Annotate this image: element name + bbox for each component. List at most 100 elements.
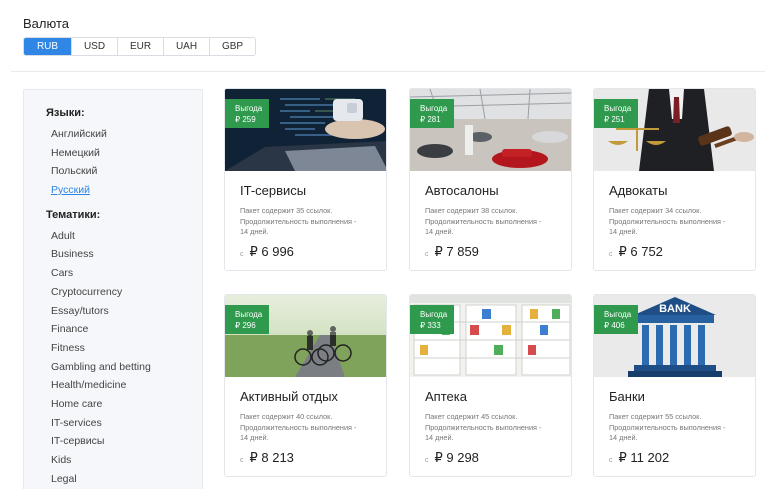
price-from: с [609,457,613,464]
badge-label: Выгода [235,104,263,113]
badge-value: ₽ 296 [235,321,256,330]
package-card-active-leisure[interactable]: Выгода ₽ 296 Активный отдых Пакет содерж… [224,294,387,477]
card-desc-line: 14 дней. [425,227,454,236]
card-desc-line: Пакет содержит 38 ссылок. [425,206,518,215]
price-from: с [425,457,429,464]
card-image-bank-building: BANK Выгода ₽ 406 [594,295,755,377]
card-desc-line: Пакет содержит 40 ссылок. [240,412,333,421]
card-price: с ₽ 8 213 [240,450,294,466]
topic-item[interactable]: Gambling and betting [51,358,202,377]
currency-selector: Валюта RUB USD EUR UAH GBP [23,16,256,56]
card-description: Пакет содержит 45 ссылок. Продолжительно… [425,412,559,444]
card-price: с ₽ 11 202 [609,450,669,466]
topics-heading: Тематики: [46,208,101,221]
badge-value: ₽ 281 [420,115,441,124]
package-card-lawyers[interactable]: Выгода ₽ 251 Адвокаты Пакет содержит 34 … [593,88,756,271]
topic-item[interactable]: IT-services [51,414,202,433]
languages-heading: Языки: [46,107,85,119]
price-value: ₽ 7 859 [434,244,479,259]
topic-item[interactable]: Essay/tutors [51,302,202,321]
card-desc-line: Пакет содержит 35 ссылок. [240,206,333,215]
card-image-car-showroom: Выгода ₽ 281 [410,89,571,171]
package-card-it-services[interactable]: Выгода ₽ 259 IT-сервисы Пакет содержит 3… [224,88,387,271]
currency-option-gbp[interactable]: GBP [210,38,255,55]
badge-label: Выгода [604,104,632,113]
bank-sign-text: BANK [659,303,691,315]
card-desc-line: Продолжительность выполнения - [425,216,542,226]
card-desc-line: Продолжительность выполнения - [609,216,726,226]
package-card-banks[interactable]: BANK Выгода ₽ 406 Банки Пакет содержит 5… [593,294,756,477]
language-item-polish[interactable]: Польский [51,162,202,181]
topic-item[interactable]: IT-сервисы [51,432,202,451]
language-item-russian[interactable]: Русский [51,181,202,200]
card-desc-line: 14 дней. [609,227,638,236]
card-title: Автосалоны [425,183,499,198]
topic-item[interactable]: Finance [51,320,202,339]
card-price: с ₽ 7 859 [425,244,479,260]
price-value: ₽ 9 298 [434,450,479,465]
divider [11,71,765,72]
card-desc-line: Продолжительность выполнения - [425,422,542,432]
card-price: с ₽ 9 298 [425,450,479,466]
currency-option-rub[interactable]: RUB [24,38,72,55]
discount-badge: Выгода ₽ 251 [594,99,638,128]
badge-value: ₽ 259 [235,115,256,124]
card-desc-line: Продолжительность выполнения - [609,422,726,432]
package-card-car-dealers[interactable]: Выгода ₽ 281 Автосалоны Пакет содержит 3… [409,88,572,271]
card-desc-line: 14 дней. [609,433,638,442]
card-title: Аптека [425,389,467,404]
card-image-cyclists: Выгода ₽ 296 [225,295,386,377]
package-card-pharmacy[interactable]: Выгода ₽ 333 Аптека Пакет содержит 45 сс… [409,294,572,477]
price-value: ₽ 8 213 [249,450,294,465]
badge-value: ₽ 333 [420,321,441,330]
card-desc-line: Пакет содержит 34 ссылок. [609,206,702,215]
card-image-pharmacy-shelves: Выгода ₽ 333 [410,295,571,377]
currency-title: Валюта [23,16,69,31]
currency-option-uah[interactable]: UAH [164,38,210,55]
badge-label: Выгода [420,310,448,319]
card-title: Банки [609,389,645,404]
card-description: Пакет содержит 38 ссылок. Продолжительно… [425,206,559,238]
topic-item[interactable]: Health/medicine [51,376,202,395]
price-value: ₽ 6 996 [249,244,294,259]
price-value: ₽ 6 752 [618,244,663,259]
language-item-german[interactable]: Немецкий [51,144,202,163]
currency-segmented-control: RUB USD EUR UAH GBP [23,37,256,56]
topic-item[interactable]: Kids [51,451,202,470]
language-item-english[interactable]: Английский [51,125,202,144]
currency-option-eur[interactable]: EUR [118,38,164,55]
topic-item[interactable]: Adult [51,227,202,246]
price-from: с [425,251,429,258]
price-from: с [240,457,244,464]
card-description: Пакет содержит 55 ссылок. Продолжительно… [609,412,743,444]
topic-item[interactable]: Legal [51,470,202,489]
topic-item[interactable]: Business [51,245,202,264]
card-title: Активный отдых [240,389,338,404]
card-description: Пакет содержит 34 ссылок. Продолжительно… [609,206,743,238]
filter-sidebar: Языки: Английский Немецкий Польский Русс… [23,89,203,489]
card-desc-line: 14 дней. [240,433,269,442]
discount-badge: Выгода ₽ 259 [225,99,269,128]
card-desc-line: Пакет содержит 55 ссылок. [609,412,702,421]
discount-badge: Выгода ₽ 333 [410,305,454,334]
badge-label: Выгода [604,310,632,319]
card-desc-line: Продолжительность выполнения - [240,422,357,432]
topic-item[interactable]: Cryptocurrency [51,283,202,302]
price-from: с [240,251,244,258]
card-desc-line: Пакет содержит 45 ссылок. [425,412,518,421]
topic-item[interactable]: Fitness [51,339,202,358]
card-price: с ₽ 6 996 [240,244,294,260]
currency-option-usd[interactable]: USD [72,38,118,55]
card-price: с ₽ 6 752 [609,244,663,260]
topic-item[interactable]: Cars [51,264,202,283]
card-title: IT-сервисы [240,183,307,198]
card-description: Пакет содержит 35 ссылок. Продолжительно… [240,206,374,238]
card-title: Адвокаты [609,183,668,198]
topic-item[interactable]: Home care [51,395,202,414]
card-image-laptop-code: Выгода ₽ 259 [225,89,386,171]
discount-badge: Выгода ₽ 296 [225,305,269,334]
discount-badge: Выгода ₽ 406 [594,305,638,334]
card-description: Пакет содержит 40 ссылок. Продолжительно… [240,412,374,444]
badge-value: ₽ 406 [604,321,625,330]
price-value: ₽ 11 202 [618,450,670,465]
